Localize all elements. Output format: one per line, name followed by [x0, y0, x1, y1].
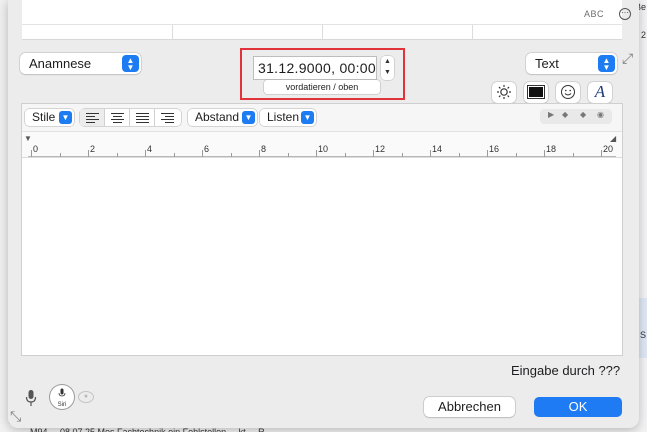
ruler-tick [59, 153, 61, 157]
top-table [22, 0, 622, 40]
entered-by-label: Eingabe durch ??? [511, 363, 621, 378]
styles-label: Stile [32, 110, 56, 124]
ruler-tick [316, 150, 317, 157]
table-divider [172, 24, 173, 40]
tab-right-icon[interactable]: ▶ [548, 110, 554, 119]
ruler-number: 2 [90, 144, 96, 154]
ruler-tick [572, 153, 574, 157]
more-options-icon[interactable]: ⋯ [619, 8, 631, 20]
background-text: 2 [640, 30, 646, 40]
ruler-tick [458, 153, 460, 157]
tab-diamond-icon[interactable]: ◆ [580, 110, 586, 119]
ruler-number: 10 [318, 144, 329, 154]
font-icon[interactable]: A [588, 82, 612, 103]
ruler-tick [544, 150, 545, 157]
ruler-tick [173, 153, 175, 157]
ruler-number: 14 [432, 144, 443, 154]
ruler-tick [31, 150, 32, 157]
expand-icon[interactable]: ⤢ [622, 50, 633, 67]
date-field[interactable]: 31.12.9000, 00:00 [254, 57, 376, 79]
ruler-tick [145, 150, 146, 157]
category-popup[interactable]: Anamnese ▲ ▼ [20, 53, 141, 74]
ruler-number: 18 [546, 144, 557, 154]
color-swatch-icon[interactable] [524, 82, 548, 103]
lists-label: Listen [267, 110, 300, 124]
ruler-tick [430, 150, 431, 157]
table-divider [322, 24, 323, 40]
ruler-tick [116, 153, 118, 157]
right-indent-icon[interactable]: ◢ [610, 134, 616, 143]
microphone-icon[interactable] [25, 389, 37, 411]
ruler-number: 16 [489, 144, 500, 154]
ruler-number: 12 [375, 144, 386, 154]
eye-icon[interactable]: ● [78, 391, 94, 403]
table-divider [472, 24, 473, 40]
align-right-button[interactable] [155, 109, 180, 126]
ruler-tick [601, 150, 602, 157]
ruler-tick [287, 153, 289, 157]
format-popup-value: Text [535, 56, 559, 71]
align-left-button[interactable] [80, 109, 105, 126]
sun-icon[interactable] [492, 82, 516, 103]
chevron-down-icon: ▼ [301, 111, 314, 124]
format-popup[interactable]: Text ▲ ▼ [526, 53, 617, 74]
editor-text-area[interactable] [22, 159, 622, 355]
editor-toolbar: Stile ▼ Abstand ▼ Listen ▼ ▶ ◆ ◆ ◉ [22, 104, 622, 132]
tab-diamond-icon[interactable]: ◆ [562, 110, 568, 119]
styles-popup[interactable]: Stile ▼ [25, 109, 74, 126]
align-center-button[interactable] [105, 109, 130, 126]
popup-arrows-icon: ▲ ▼ [122, 55, 139, 72]
stepper-down-icon[interactable]: ▼ [381, 67, 394, 78]
ruler-tick [373, 150, 374, 157]
ruler[interactable]: ▼ ◢ 0 2 4 6 8 10 12 14 16 18 20 [22, 132, 622, 158]
stepper-up-icon[interactable]: ▲ [381, 56, 394, 67]
siri-button[interactable]: Siri [50, 385, 74, 409]
ruler-tick [88, 150, 89, 157]
align-justify-button[interactable] [130, 109, 155, 126]
alignment-group [80, 109, 181, 126]
ruler-tick [344, 153, 346, 157]
tab-stop-controls: ▶ ◆ ◆ ◉ [540, 109, 612, 124]
table-row-line [22, 24, 622, 25]
shrink-icon[interactable]: ⤡ [10, 408, 21, 425]
chevron-down-icon: ▼ [59, 111, 72, 124]
ruler-number: 4 [147, 144, 153, 154]
siri-label: Siri [57, 402, 67, 408]
spacing-label: Abstand [195, 110, 240, 124]
spellcheck-label[interactable]: ABC [584, 9, 604, 19]
spacing-popup[interactable]: Abstand ▼ [188, 109, 257, 126]
ruler-tick [259, 150, 260, 157]
ok-button[interactable]: OK [534, 397, 622, 417]
background-text: S [639, 330, 646, 340]
ruler-number: 0 [33, 144, 39, 154]
ruler-tick [487, 150, 488, 157]
predate-button[interactable]: vordatieren / oben [264, 80, 380, 94]
chevron-down-icon: ▼ [242, 111, 255, 124]
tab-circle-icon[interactable]: ◉ [597, 110, 604, 119]
text-editor: Stile ▼ Abstand ▼ Listen ▼ ▶ ◆ ◆ ◉ ▼ ◢ 0… [22, 104, 622, 355]
lists-popup[interactable]: Listen ▼ [260, 109, 316, 126]
cancel-button[interactable]: Abbrechen [424, 397, 515, 417]
ruler-number: 20 [603, 144, 614, 154]
date-stepper[interactable]: ▲ ▼ [381, 56, 394, 80]
ruler-tick [401, 153, 403, 157]
ruler-number: 6 [204, 144, 210, 154]
microphone-icon [50, 388, 74, 401]
popup-arrows-icon: ▲ ▼ [598, 55, 615, 72]
smiley-icon[interactable] [556, 82, 580, 103]
left-indent-icon[interactable]: ▼ [24, 134, 32, 143]
entry-sheet: ABC ⋯ Anamnese ▲ ▼ 31.12.9000, 00:00 ▲ ▼ … [8, 0, 639, 428]
ruler-tick [230, 153, 232, 157]
ruler-tick [202, 150, 203, 157]
ruler-number: 8 [261, 144, 267, 154]
ruler-tick [515, 153, 517, 157]
category-popup-value: Anamnese [29, 56, 92, 71]
